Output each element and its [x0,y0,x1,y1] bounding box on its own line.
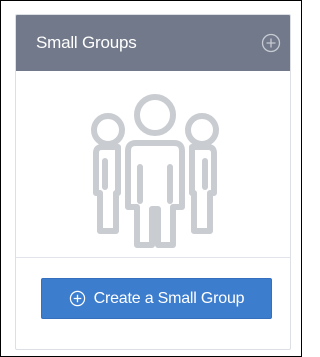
add-icon[interactable] [260,32,282,54]
small-groups-widget: Small Groups Create a Small Group [15,14,291,350]
plus-circle-icon [69,290,85,307]
widget-header: Small Groups [16,15,290,71]
people-group-icon [91,94,219,248]
create-small-group-button[interactable]: Create a Small Group [41,278,272,319]
footer-divider [16,257,290,258]
screenshot-frame: Small Groups Create a Small Group [0,0,302,357]
create-button-label: Create a Small Group [93,289,245,307]
widget-title: Small Groups [36,33,137,52]
